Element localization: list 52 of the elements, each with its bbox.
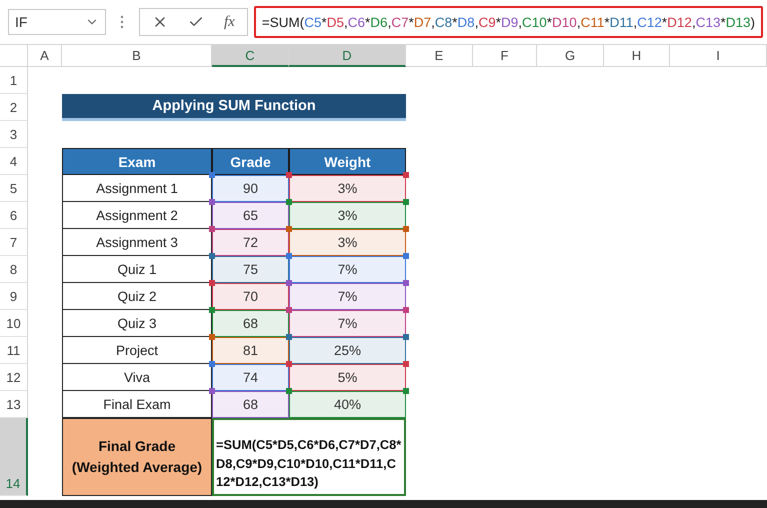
- grade-cell: 75: [212, 256, 289, 283]
- weight-cell: 3%: [289, 229, 406, 256]
- header-cell: Grade: [212, 148, 289, 175]
- row-header[interactable]: 2: [0, 94, 28, 121]
- header-cell: Exam: [62, 148, 212, 175]
- column-header[interactable]: I: [670, 45, 767, 67]
- column-header[interactable]: H: [604, 45, 670, 67]
- weight-cell: 5%: [289, 364, 406, 391]
- weight-cell: 3%: [289, 175, 406, 202]
- grade-cell: 68: [212, 391, 289, 418]
- row-header[interactable]: 9: [0, 283, 28, 310]
- column-header[interactable]: B: [62, 45, 212, 67]
- column-header[interactable]: G: [537, 45, 604, 67]
- row-header[interactable]: 7: [0, 229, 28, 256]
- row-header[interactable]: 14: [0, 418, 28, 496]
- grade-cell: 70: [212, 283, 289, 310]
- row-header[interactable]: 5: [0, 175, 28, 202]
- formula-field[interactable]: =SUM(C5*D5,C6*D6,C7*D7,C8*D8,C9*D9,C10*D10,C11*D11,C12*D12,C13*D13): [254, 6, 763, 38]
- row-header[interactable]: 11: [0, 337, 28, 364]
- column-header[interactable]: D: [289, 45, 406, 67]
- name-box-value: IF: [15, 14, 28, 30]
- grade-cell: 65: [212, 202, 289, 229]
- weight-cell: 7%: [289, 310, 406, 337]
- weight-cell: 3%: [289, 202, 406, 229]
- row-header[interactable]: 4: [0, 148, 28, 175]
- grade-cell: 74: [212, 364, 289, 391]
- grade-cell: 81: [212, 337, 289, 364]
- weight-cell: 40%: [289, 391, 406, 418]
- column-header[interactable]: A: [28, 45, 62, 67]
- column-header[interactable]: E: [406, 45, 473, 67]
- name-box[interactable]: IF: [8, 9, 106, 35]
- row-header[interactable]: 8: [0, 256, 28, 283]
- weight-cell: 25%: [289, 337, 406, 364]
- row-header[interactable]: 6: [0, 202, 28, 229]
- row-header[interactable]: 10: [0, 310, 28, 337]
- column-header[interactable]: F: [473, 45, 537, 67]
- weight-cell: 7%: [289, 283, 406, 310]
- header-cell: Weight: [289, 148, 406, 175]
- result-label: Final Grade (Weighted Average): [62, 418, 212, 496]
- formula-cell[interactable]: =SUM(C5*D5,C6*D6,C7*D7,C8*D8,C9*D9,C10*D10,C11*D11,C12*D12,C13*D13): [212, 418, 406, 496]
- column-header[interactable]: C: [212, 45, 289, 67]
- more-icon: [120, 15, 124, 29]
- grade-cell: 68: [212, 310, 289, 337]
- weight-cell: 7%: [289, 256, 406, 283]
- table-title: Applying SUM Function: [62, 94, 406, 121]
- grade-cell: 90: [212, 175, 289, 202]
- row-header[interactable]: 3: [0, 121, 28, 148]
- row-header[interactable]: 13: [0, 391, 28, 418]
- row-header[interactable]: 12: [0, 364, 28, 391]
- grade-cell: 72: [212, 229, 289, 256]
- insert-function-button[interactable]: fx: [224, 14, 235, 30]
- row-header[interactable]: 1: [0, 67, 28, 94]
